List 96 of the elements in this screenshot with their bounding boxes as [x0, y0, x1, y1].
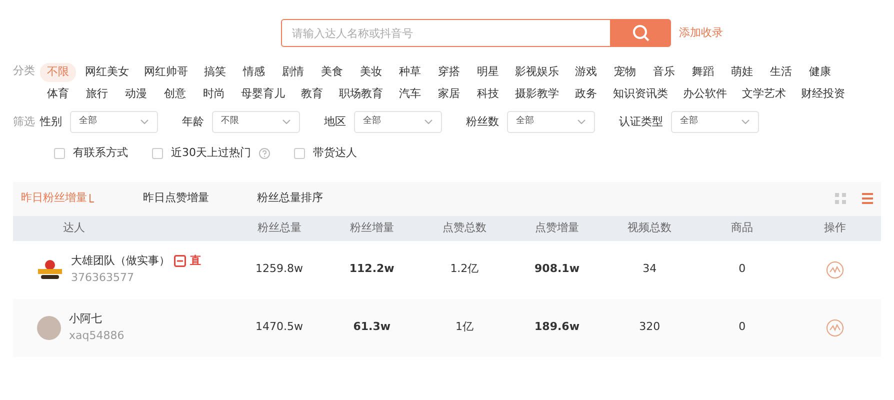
column-header: 操作: [822, 220, 847, 236]
table-cell-text: 1470.5w: [254, 319, 304, 336]
help-icon[interactable]: [259, 148, 270, 159]
filter-dropdown[interactable]: 全部: [354, 111, 442, 133]
category-tag[interactable]: 旅行: [79, 84, 115, 103]
category-tag[interactable]: 创意: [157, 84, 193, 103]
chevron-down-icon: [424, 119, 433, 125]
creator-id: 376363577: [71, 270, 135, 286]
category-tag[interactable]: 搞笑: [197, 63, 233, 82]
chevron-down-icon: [282, 119, 291, 125]
category-tag[interactable]: 游戏: [568, 63, 604, 82]
category-tag[interactable]: 舞蹈: [685, 63, 721, 82]
checkbox-label: 带货达人: [313, 145, 357, 161]
category-tag[interactable]: 健康: [802, 63, 838, 82]
filter-label: 筛选: [12, 114, 36, 130]
trend-chart-icon[interactable]: [826, 318, 844, 336]
category-tag[interactable]: 教育: [294, 84, 330, 103]
category-tag[interactable]: 文学艺术: [736, 84, 792, 103]
category-tag[interactable]: 穿搭: [431, 63, 467, 82]
avatar: [37, 316, 61, 340]
column-header: 达人: [62, 220, 86, 236]
logo-icon: [37, 258, 63, 282]
filter-name: 性别: [40, 114, 62, 130]
search-button[interactable]: [611, 19, 671, 47]
table-cell-text: 320: [638, 319, 662, 336]
chevron-down-icon: [741, 119, 750, 125]
table-cell-text: 0: [738, 261, 747, 278]
table-cell-text: 189.6w: [534, 319, 580, 336]
category-tag[interactable]: 美食: [314, 63, 350, 82]
trend-chart-icon[interactable]: [826, 260, 844, 278]
category-tag[interactable]: 明星: [470, 63, 506, 82]
category-tag[interactable]: 音乐: [646, 63, 682, 82]
category-tag[interactable]: 摄影教学: [509, 84, 565, 103]
creator-name[interactable]: 大雄团队（做实事）: [71, 253, 170, 270]
column-header: 粉丝增量: [348, 220, 395, 236]
search-field[interactable]: 请输入达人名称或抖音号: [281, 19, 611, 47]
sort-down-icon: [89, 194, 95, 203]
chevron-down-icon: [140, 119, 149, 125]
filter-name: 地区: [324, 114, 346, 130]
category-tag[interactable]: 知识资讯类: [607, 84, 674, 103]
category-label: 分类: [12, 63, 36, 79]
column-header: 视频总数: [626, 220, 673, 236]
table-cell-text: 1259.8w: [254, 261, 304, 278]
category-tag[interactable]: 网红美女: [79, 63, 135, 82]
filter-dropdown[interactable]: 全部: [671, 111, 759, 133]
column-header: 商品: [730, 220, 754, 236]
live-label: 直: [190, 253, 201, 269]
column-header: 点赞增量: [534, 220, 580, 236]
category-tag[interactable]: 科技: [470, 84, 506, 103]
column-header: 粉丝总量: [256, 220, 302, 236]
filter-name: 认证类型: [619, 114, 663, 130]
table-cell-text: 112.2w: [348, 261, 396, 278]
filter-name: 粉丝数: [466, 114, 499, 130]
category-tag[interactable]: 网红帅哥: [138, 63, 194, 82]
table-cell-text: 34: [642, 261, 658, 278]
filter-name: 年龄: [182, 114, 204, 130]
category-tag[interactable]: 生活: [763, 63, 799, 82]
sort-tab[interactable]: 粉丝总量排序: [257, 190, 323, 207]
sort-tab[interactable]: 昨日点赞增量: [143, 190, 209, 207]
category-tag[interactable]: 财经投资: [795, 84, 851, 103]
table-cell-text: 908.1w: [534, 261, 580, 278]
category-tag[interactable]: 种草: [392, 63, 428, 82]
category-tag[interactable]: 情感: [236, 63, 272, 82]
table-cell-text: 61.3w: [352, 319, 392, 336]
checkbox[interactable]: [54, 148, 65, 159]
category-tag[interactable]: 剧情: [275, 63, 311, 82]
checkbox[interactable]: [152, 148, 163, 159]
category-tag[interactable]: 体育: [40, 84, 76, 103]
checkbox-label: 有联系方式: [73, 145, 128, 161]
grid-view-icon[interactable]: [835, 193, 846, 204]
filter-dropdown[interactable]: 全部: [507, 111, 595, 133]
chevron-down-icon: [577, 119, 586, 125]
table-cell-text: 1亿: [454, 319, 474, 336]
category-tag[interactable]: 职场教育: [333, 84, 389, 103]
category-tag[interactable]: 动漫: [118, 84, 154, 103]
category-tag[interactable]: 政务: [568, 84, 604, 103]
filter-dropdown[interactable]: 全部: [70, 111, 158, 133]
category-tag[interactable]: 美妆: [353, 63, 389, 82]
category-tag[interactable]: 母婴育儿: [235, 84, 291, 103]
category-tag[interactable]: 萌娃: [724, 63, 760, 82]
category-tag[interactable]: 影视娱乐: [509, 63, 565, 82]
category-tag[interactable]: 汽车: [392, 84, 428, 103]
table-cell-text: 1.2亿: [449, 261, 480, 278]
category-tag[interactable]: 家居: [431, 84, 467, 103]
checkbox[interactable]: [294, 148, 305, 159]
list-view-icon[interactable]: [862, 193, 873, 204]
filter-dropdown[interactable]: 不限: [212, 111, 300, 133]
table-cell-text: 0: [738, 319, 747, 336]
creator-name[interactable]: 小阿七: [69, 311, 102, 328]
search-icon: [632, 24, 650, 42]
column-header: 点赞总数: [441, 220, 488, 236]
checkbox-label: 近30天上过热门: [171, 145, 251, 161]
category-tag[interactable]: 宠物: [607, 63, 643, 82]
creator-id: xaq54886: [69, 328, 124, 344]
category-tag[interactable]: 办公软件: [677, 84, 733, 103]
category-tag[interactable]: 时尚: [196, 84, 232, 103]
